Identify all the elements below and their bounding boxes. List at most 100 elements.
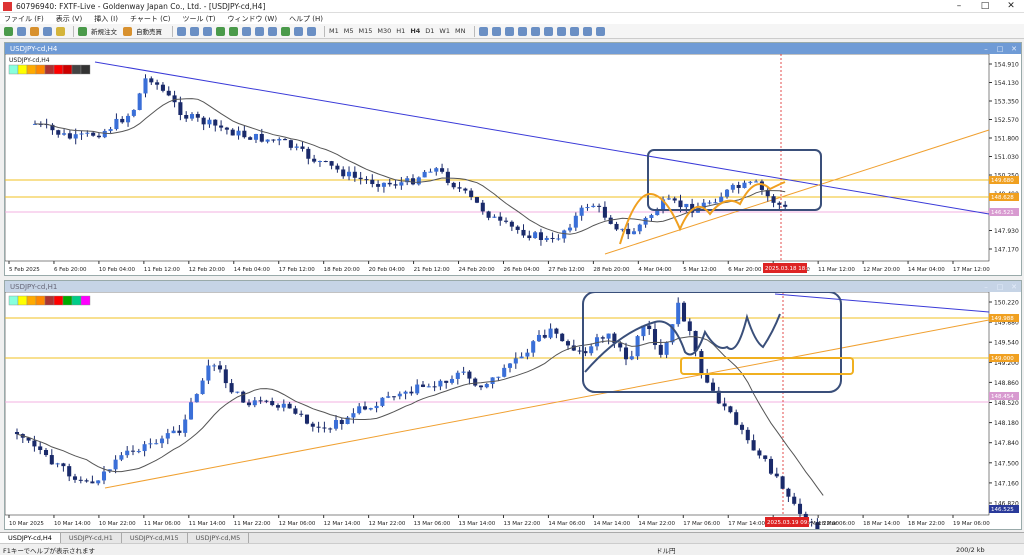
auto-trade-button[interactable]: 自動売買 — [123, 26, 162, 36]
new-chart-icon[interactable] — [4, 26, 13, 36]
price-chart-h4[interactable]: 154.910 154.130 153.350 152.570 151.800 151.0… — [5, 54, 1021, 275]
profiles-icon[interactable] — [17, 26, 26, 36]
time-tick-label: 10 Mar 14:00 — [54, 521, 91, 527]
chart-minimize-button[interactable]: – — [979, 45, 993, 53]
palette-swatch — [26, 64, 37, 75]
chart-restore-button[interactable]: □ — [993, 283, 1007, 291]
last-time-label: Mar 22:00 — [811, 521, 839, 527]
candle-chart-icon[interactable] — [190, 26, 199, 36]
chart-tab-0[interactable]: USDJPY-cd,H4 — [0, 533, 61, 543]
menu-item-2[interactable]: 挿入 (I) — [94, 14, 118, 24]
price-tick-label: 147.840 — [994, 440, 1019, 447]
fibo-icon[interactable] — [557, 26, 567, 36]
time-tick-label: 20 Feb 04:00 — [369, 267, 406, 273]
zoom-out-icon[interactable] — [229, 26, 238, 36]
trendline-icon[interactable] — [531, 26, 541, 36]
label-icon[interactable] — [583, 26, 593, 36]
time-tick-label: 4 Mar 04:00 — [638, 267, 672, 273]
chart-shift-icon[interactable] — [268, 26, 277, 36]
text-icon[interactable] — [570, 26, 580, 36]
chart-window-h1[interactable]: USDJPY-cd,H1 – □ ✕ 150.220 149.880 149.540 14… — [4, 280, 1022, 530]
palette-swatch — [8, 64, 19, 75]
minimize-button[interactable]: – — [946, 1, 972, 11]
palette-swatch — [62, 295, 73, 306]
time-tick-label: 10 Mar 22:00 — [99, 521, 136, 527]
timeframe-h1[interactable]: H1 — [396, 27, 405, 35]
maximize-button[interactable]: □ — [972, 1, 998, 11]
terminal-icon[interactable] — [43, 26, 52, 36]
price-tick-label: 151.030 — [994, 154, 1019, 161]
chart-tab-2[interactable]: USDJPY-cd,M15 — [122, 533, 188, 543]
app-icon — [3, 1, 12, 11]
price-tag-label: 149.988 — [991, 316, 1014, 322]
chart-close-button[interactable]: ✕ — [1007, 45, 1021, 53]
chart-restore-button[interactable]: □ — [993, 45, 1007, 53]
chart-tab-3[interactable]: USDJPY-cd,M5 — [188, 533, 250, 543]
close-button[interactable]: ✕ — [998, 1, 1024, 11]
horizontal-line-icon[interactable] — [518, 26, 528, 36]
timeframe-m15[interactable]: M15 — [359, 27, 373, 35]
tile-icon[interactable] — [242, 26, 251, 36]
timeframe-m30[interactable]: M30 — [377, 27, 391, 35]
price-chart-h1[interactable]: 150.220149.880149.540149.200148.860148.5… — [5, 292, 1021, 529]
palette-swatch — [44, 64, 55, 75]
candle — [241, 390, 246, 403]
new-order-icon — [78, 26, 87, 36]
menu-item-0[interactable]: ファイル (F) — [4, 14, 44, 24]
cursor-icon[interactable] — [479, 26, 489, 36]
navigator-icon[interactable] — [30, 26, 39, 36]
templates-icon[interactable] — [307, 26, 316, 36]
palette-swatch — [80, 295, 91, 306]
menu-item-5[interactable]: ウィンドウ (W) — [227, 14, 277, 24]
indicators-icon[interactable] — [281, 26, 290, 36]
time-tick-label: 18 Feb 20:00 — [324, 267, 361, 273]
price-tick-label: 154.130 — [994, 80, 1019, 87]
channel-icon[interactable] — [544, 26, 554, 36]
tester-icon[interactable] — [56, 26, 65, 36]
price-tag-label: 149.680 — [991, 178, 1014, 184]
cursor-time-label: 2025.03.19 09:00 — [767, 520, 817, 526]
palette-swatch — [8, 295, 19, 306]
crosshair-icon[interactable] — [492, 26, 502, 36]
new-order-button[interactable]: 新規注文 — [78, 26, 117, 36]
chart-tab-1[interactable]: USDJPY-cd,H1 — [61, 533, 122, 543]
menu-item-6[interactable]: ヘルプ (H) — [289, 14, 323, 24]
price-tick-label: 147.170 — [994, 247, 1019, 254]
autoscroll-icon[interactable] — [255, 26, 264, 36]
time-tick-label: 14 Mar 04:00 — [908, 267, 945, 273]
line-chart-icon[interactable] — [203, 26, 212, 36]
time-tick-label: 13 Mar 06:00 — [414, 521, 451, 527]
timeframe-h4[interactable]: H4 — [410, 27, 420, 35]
chart-window-h4[interactable]: USDJPY-cd,H4 – □ ✕ 154.910 154.130 153.350 15… — [4, 42, 1022, 276]
candle — [560, 332, 565, 342]
menu-item-4[interactable]: ツール (T) — [182, 14, 215, 24]
time-tick-label: 28 Feb 20:00 — [593, 267, 630, 273]
time-tick-label: 10 Mar 2025 — [9, 521, 44, 527]
candle — [194, 393, 199, 403]
chart-close-button[interactable]: ✕ — [1007, 283, 1021, 291]
periods-icon[interactable] — [294, 26, 303, 36]
price-tick-label: 154.910 — [994, 62, 1019, 69]
menu-item-3[interactable]: チャート (C) — [130, 14, 171, 24]
chart-minimize-button[interactable]: – — [979, 283, 993, 291]
timeframe-m1[interactable]: M1 — [329, 27, 339, 35]
zoom-in-icon[interactable] — [216, 26, 225, 36]
price-tick-label: 147.500 — [994, 460, 1019, 467]
timeframe-mn[interactable]: MN — [455, 27, 465, 35]
bar-chart-icon[interactable] — [177, 26, 186, 36]
palette-swatch — [35, 295, 46, 306]
candle — [137, 92, 142, 111]
time-tick-label: 27 Feb 12:00 — [548, 267, 585, 273]
timeframe-d1[interactable]: D1 — [425, 27, 434, 35]
arrows-icon[interactable] — [596, 26, 606, 36]
time-tick-label: 11 Mar 12:00 — [818, 267, 855, 273]
price-tick-label: 151.800 — [994, 136, 1019, 143]
candle — [416, 176, 421, 186]
time-tick-label: 17 Feb 12:00 — [279, 267, 316, 273]
menu-item-1[interactable]: 表示 (V) — [56, 14, 82, 24]
vertical-line-icon[interactable] — [505, 26, 515, 36]
price-tick-label: 150.220 — [994, 300, 1019, 307]
timeframe-w1[interactable]: W1 — [439, 27, 450, 35]
chart-window-title: USDJPY-cd,H1 – □ ✕ — [5, 281, 1021, 292]
timeframe-m5[interactable]: M5 — [344, 27, 354, 35]
